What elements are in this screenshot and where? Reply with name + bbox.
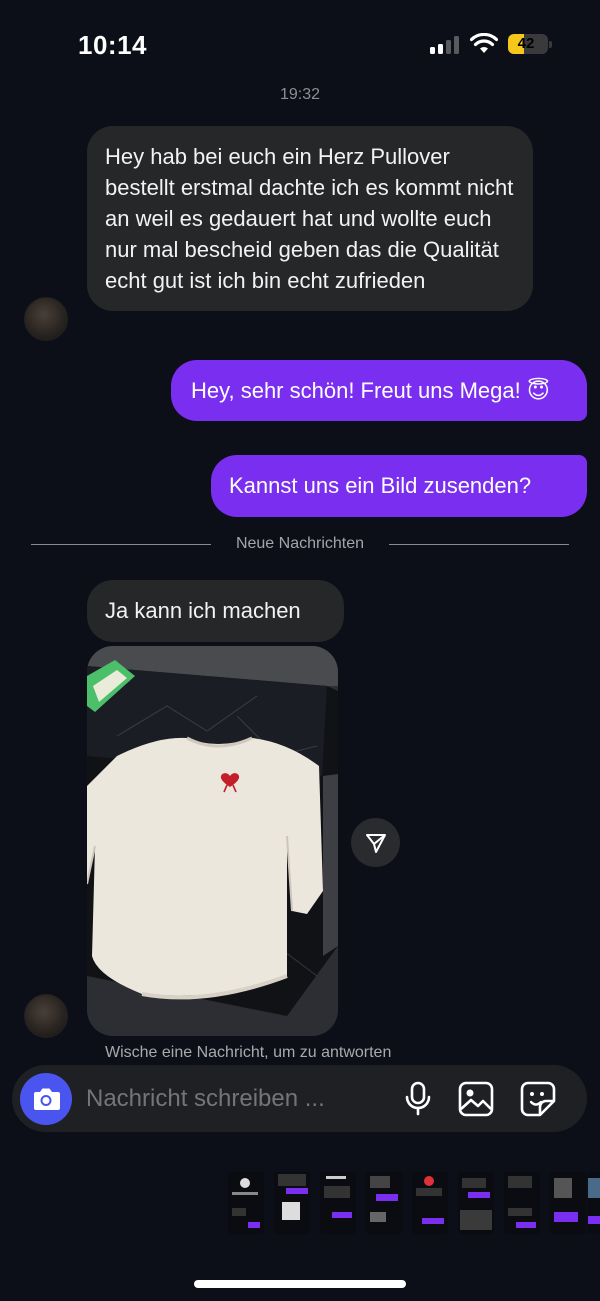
message-timestamp: 19:32 <box>279 86 321 100</box>
thumbnail[interactable] <box>274 1172 310 1234</box>
swipe-reply-hint: Wische eine Nachricht, um zu antworten <box>105 1044 392 1061</box>
sweater-photo <box>87 646 338 1036</box>
gallery-icon <box>458 1081 494 1117</box>
outgoing-message-bubble[interactable]: Kannst uns ein Bild zusenden? <box>211 455 587 517</box>
message-input[interactable] <box>86 1065 386 1132</box>
camera-icon <box>34 1088 60 1110</box>
share-button[interactable] <box>351 818 400 867</box>
photo-message[interactable] <box>87 646 338 1036</box>
thumbnail[interactable] <box>504 1172 540 1234</box>
sticker-icon <box>520 1081 556 1117</box>
wifi-icon <box>470 33 498 53</box>
outgoing-message-bubble[interactable]: Hey, sehr schön! Freut uns Mega! 😇 <box>171 360 587 421</box>
new-messages-divider: Neue Nachrichten <box>31 533 569 555</box>
status-bar: 10:14 42 <box>0 0 600 90</box>
send-icon <box>365 833 386 853</box>
home-indicator[interactable] <box>194 1280 406 1288</box>
thumbnail[interactable] <box>228 1172 264 1234</box>
incoming-message-bubble[interactable]: Hey hab bei euch ein Herz Pullover beste… <box>87 126 533 311</box>
thumbnail[interactable] <box>412 1172 448 1234</box>
microphone-button[interactable] <box>398 1079 438 1119</box>
cellular-signal-icon <box>430 36 462 54</box>
thumbnail[interactable] <box>550 1172 586 1234</box>
thumbnail[interactable] <box>458 1172 494 1234</box>
sticker-button[interactable] <box>518 1079 558 1119</box>
camera-button[interactable] <box>20 1073 72 1125</box>
battery-icon: 42 <box>508 34 552 54</box>
message-composer <box>12 1065 587 1132</box>
contact-avatar[interactable] <box>24 994 68 1038</box>
new-messages-label: Neue Nachrichten <box>235 535 365 552</box>
thumbnail[interactable] <box>366 1172 402 1234</box>
status-time: 10:14 <box>78 30 147 60</box>
gallery-button[interactable] <box>456 1079 496 1119</box>
screenshot-thumbnail-strip[interactable] <box>228 1172 600 1242</box>
thumbnail[interactable] <box>320 1172 356 1234</box>
thumbnail[interactable] <box>588 1172 600 1234</box>
incoming-message-bubble[interactable]: Ja kann ich machen <box>87 580 344 642</box>
microphone-icon <box>405 1081 431 1116</box>
contact-avatar[interactable] <box>24 297 68 341</box>
battery-percent: 42 <box>517 35 535 52</box>
